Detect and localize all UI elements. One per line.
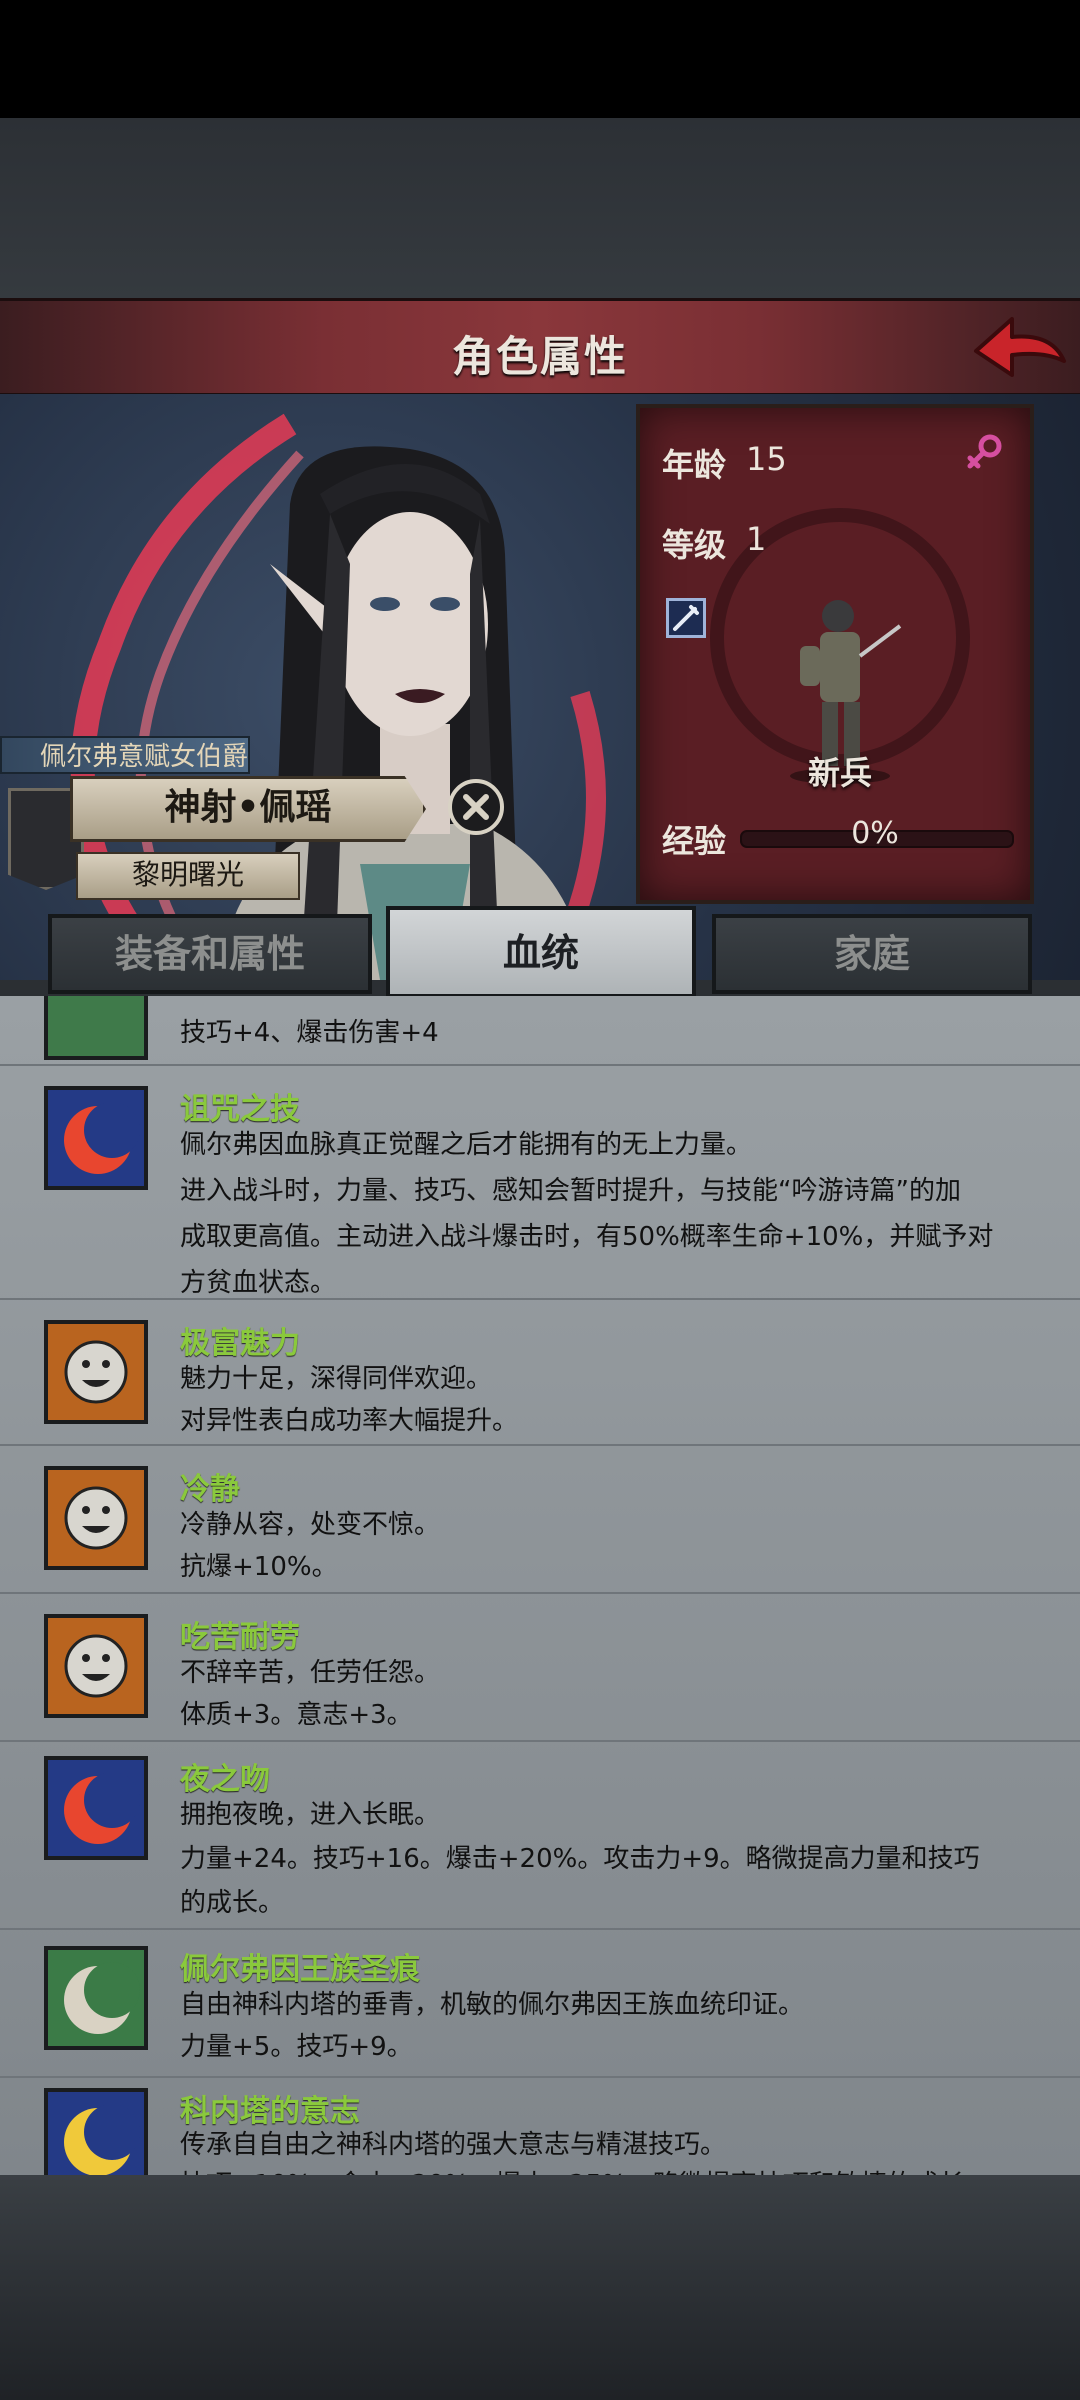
female-symbol-icon xyxy=(967,434,1002,469)
white-crescent-icon xyxy=(44,1946,148,2050)
list-item: 诅咒之技 佩尔弗因血脉真正觉醒之后才能拥有的无上力量。 进入战斗时，力量、技巧、… xyxy=(0,1066,1080,1300)
list-item: 冷静 冷静从容，处变不惊。 抗爆+10%。 xyxy=(0,1446,1080,1594)
close-icon xyxy=(448,779,504,835)
trait-line: 进入战斗时，力量、技巧、感知会暂时提升，与技能“吟游诗篇”的加 xyxy=(180,1176,961,1206)
list-item: 技巧+4、爆击伤害+4 xyxy=(0,996,1080,1066)
title-bar: 角色属性 xyxy=(0,298,1080,397)
list-item: 吃苦耐劳 不辞辛苦，任劳任怨。 体质+3。意志+3。 xyxy=(0,1594,1080,1742)
upper-background xyxy=(0,118,1080,298)
trait-line: 抗爆+10%。 xyxy=(180,1552,338,1582)
status-bar xyxy=(0,0,1080,118)
exp-value: 0% xyxy=(851,816,899,851)
smiley-sun-icon xyxy=(44,1466,148,1570)
trait-line: 力量+24。技巧+16。爆击+20%。攻击力+9。略微提高力量和技巧 xyxy=(180,1844,980,1874)
red-crescent-icon xyxy=(44,1756,148,1860)
list-item: 夜之吻 拥抱夜晚，进入长眠。 力量+24。技巧+16。爆击+20%。攻击力+9。… xyxy=(0,1742,1080,1930)
tab-bloodline[interactable]: 血统 xyxy=(386,906,696,998)
red-crescent-icon xyxy=(44,1086,148,1190)
close-button[interactable] xyxy=(447,778,505,836)
level-label: 等级 xyxy=(662,526,727,564)
level-value: 1 xyxy=(746,520,767,558)
character-name: 神射•佩瑶 xyxy=(70,776,426,842)
tab-family[interactable]: 家庭 xyxy=(712,914,1032,994)
list-item: 佩尔弗因王族圣痕 自由神科内塔的垂青，机敏的佩尔弗因王族血统印证。 力量+5。技… xyxy=(0,1930,1080,2078)
dagger-class-icon xyxy=(666,598,706,638)
partial-trait-icon xyxy=(44,996,148,1060)
trait-line: 自由神科内塔的垂青，机敏的佩尔弗因王族血统印证。 xyxy=(180,1990,805,2020)
trait-line: 拥抱夜晚，进入长眠。 xyxy=(180,1800,441,1830)
page-title: 角色属性 xyxy=(451,332,628,381)
trait-line: 对异性表白成功率大幅提升。 xyxy=(180,1406,519,1436)
trait-line: 力量+5。技巧+9。 xyxy=(180,2032,413,2062)
character-title: 佩尔弗意赋女伯爵 xyxy=(0,736,250,774)
trait-line: 佩尔弗因血脉真正觉醒之后才能拥有的无上力量。 xyxy=(180,1130,753,1160)
trait-line: 技巧+10%。命中+20%。爆击+25%。略微提高技巧和敏捷的成长。 xyxy=(180,2162,1040,2175)
age-label: 年龄 xyxy=(662,446,727,484)
exp-label: 经验 xyxy=(662,822,727,860)
smiley-sun-icon xyxy=(44,1320,148,1424)
class-name: 新兵 xyxy=(807,754,872,792)
smiley-sun-icon xyxy=(44,1614,148,1718)
back-button[interactable] xyxy=(972,311,1068,383)
trait-list[interactable]: 技巧+4、爆击伤害+4 诅咒之技 佩尔弗因血脉真正觉醒之后才能拥有的无上力量。 … xyxy=(0,996,1080,2175)
trait-line: 成取更高值。主动进入战斗爆击时，有50%概率生命+10%，并赋予对 xyxy=(180,1222,994,1252)
character-subtitle: 黎明曙光 xyxy=(76,852,300,900)
gold-crescent-icon xyxy=(44,2088,148,2175)
list-item: 极富魅力 魅力十足，深得同伴欢迎。 对异性表白成功率大幅提升。 xyxy=(0,1300,1080,1446)
trait-line: 的成长。 xyxy=(180,1888,285,1918)
lower-background xyxy=(0,2175,1080,2400)
back-arrow-icon xyxy=(974,317,1066,377)
tab-bar: 装备和属性 血统 家庭 xyxy=(0,906,1080,998)
tab-equipment[interactable]: 装备和属性 xyxy=(48,914,372,994)
trait-line: 技巧+4、爆击伤害+4 xyxy=(180,1018,439,1048)
list-item: 科内塔的意志 传承自自由之神科内塔的强大意志与精湛技巧。 技巧+10%。命中+2… xyxy=(0,2078,1080,2175)
trait-line: 魅力十足，深得同伴欢迎。 xyxy=(180,1364,493,1394)
age-value: 15 xyxy=(746,440,787,478)
trait-line: 冷静从容，处变不惊。 xyxy=(180,1510,441,1540)
stats-panel: 年龄 15 等级 1 新兵 经验 0% xyxy=(636,404,1034,904)
trait-line: 体质+3。意志+3。 xyxy=(180,1700,413,1730)
trait-line: 不辞辛苦，任劳任怨。 xyxy=(180,1658,441,1688)
